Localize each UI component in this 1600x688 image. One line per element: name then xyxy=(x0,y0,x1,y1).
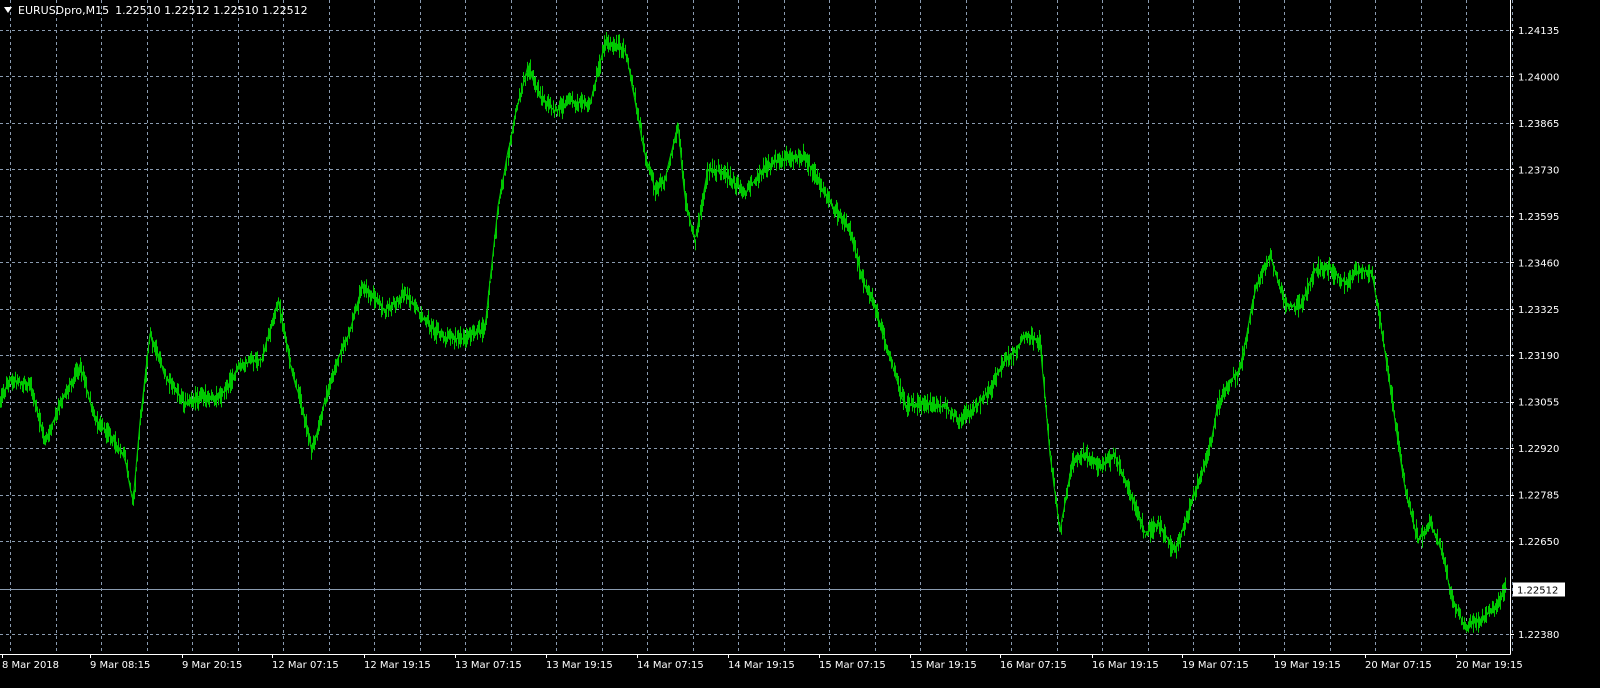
time-tick-label: 8 Mar 2018 xyxy=(2,660,59,671)
price-tick-label: 1.23190 xyxy=(1518,351,1559,362)
time-tick-label: 14 Mar 07:15 xyxy=(637,660,704,671)
symbol-timeframe: EURUSDpro,M15 xyxy=(18,3,110,17)
price-bars xyxy=(0,32,1507,633)
price-tick-label: 1.22785 xyxy=(1518,491,1559,502)
time-tick-label: 20 Mar 19:15 xyxy=(1456,660,1523,671)
time-tick-label: 19 Mar 07:15 xyxy=(1182,660,1249,671)
price-tick-label: 1.22650 xyxy=(1518,537,1559,548)
price-tick-label: 1.22920 xyxy=(1518,444,1559,455)
chart-menu-triangle-icon[interactable] xyxy=(4,7,12,13)
current-price-label: 1.22512 xyxy=(1517,586,1558,597)
axes xyxy=(0,0,1511,655)
price-series xyxy=(0,32,1507,633)
grid-lines xyxy=(0,0,1513,654)
time-tick-label: 16 Mar 19:15 xyxy=(1092,660,1159,671)
price-tick-label: 1.23460 xyxy=(1518,258,1559,269)
time-tick-label: 19 Mar 19:15 xyxy=(1274,660,1341,671)
symbol-header[interactable]: EURUSDpro,M15 1.22510 1.22512 1.22510 1.… xyxy=(4,2,308,18)
time-axis-labels: 8 Mar 2018 9 Mar 08:15 9 Mar 20:15 12 Mar 0… xyxy=(2,654,1523,671)
price-tick-label: 1.24135 xyxy=(1518,26,1559,37)
time-tick-label: 13 Mar 07:15 xyxy=(455,660,522,671)
price-tick-label: 1.22380 xyxy=(1518,630,1559,641)
time-tick-label: 9 Mar 20:15 xyxy=(182,660,242,671)
price-tick-label: 1.23730 xyxy=(1518,165,1559,176)
price-tick-label: 1.23595 xyxy=(1518,212,1559,223)
chart-window[interactable]: 1.24135 1.24000 1.23865 1.23730 1.23595 1.234… xyxy=(0,0,1600,688)
price-tick-label: 1.23055 xyxy=(1518,398,1559,409)
price-axis-labels: 1.24135 1.24000 1.23865 1.23730 1.23595 1.234… xyxy=(1510,26,1559,641)
time-tick-label: 12 Mar 07:15 xyxy=(272,660,339,671)
time-tick-label: 20 Mar 07:15 xyxy=(1365,660,1432,671)
time-tick-label: 16 Mar 07:15 xyxy=(1000,660,1067,671)
price-chart[interactable]: 1.24135 1.24000 1.23865 1.23730 1.23595 1.234… xyxy=(0,0,1600,688)
price-tick-label: 1.23325 xyxy=(1518,305,1559,316)
time-tick-label: 15 Mar 07:15 xyxy=(819,660,886,671)
price-tick-label: 1.24000 xyxy=(1518,72,1559,83)
time-tick-label: 9 Mar 08:15 xyxy=(90,660,150,671)
price-tick-label: 1.23865 xyxy=(1518,119,1559,130)
time-tick-label: 14 Mar 19:15 xyxy=(728,660,795,671)
ohlc-values: 1.22510 1.22512 1.22510 1.22512 xyxy=(115,3,308,17)
time-tick-label: 15 Mar 19:15 xyxy=(910,660,977,671)
time-tick-label: 12 Mar 19:15 xyxy=(364,660,431,671)
price-line xyxy=(0,42,1507,627)
time-tick-label: 13 Mar 19:15 xyxy=(546,660,613,671)
